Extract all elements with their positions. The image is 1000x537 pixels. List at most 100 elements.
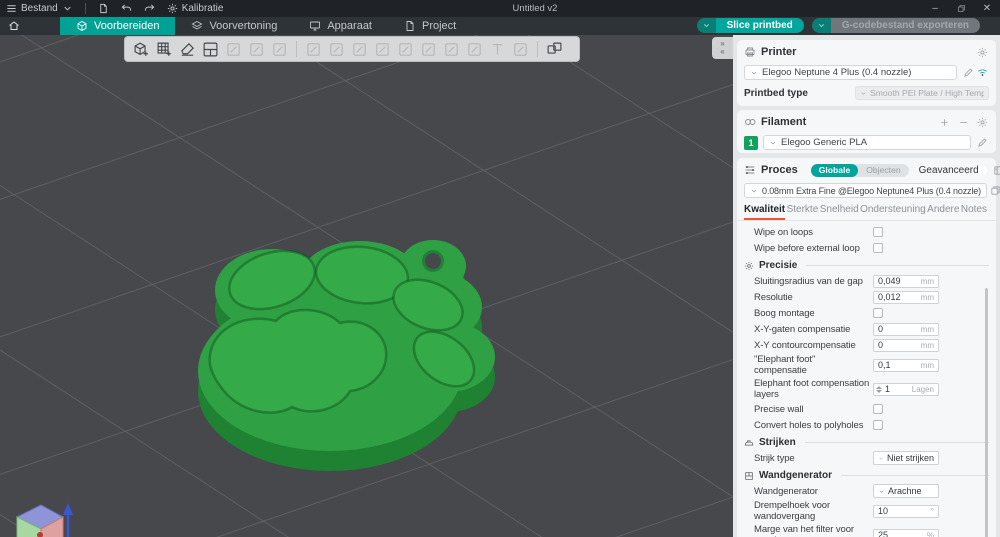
checkbox[interactable] — [873, 420, 883, 430]
process-preset-value: 0.08mm Extra Fine @Elegoo Neptune4 Plus … — [762, 186, 981, 196]
variable-button — [510, 39, 531, 59]
bed-type-dropdown[interactable]: Smooth PEI Plate / High Temp Plate — [855, 86, 989, 100]
setting-unit: Lagen — [912, 385, 934, 394]
color-paint-button[interactable] — [544, 39, 565, 59]
process-tab-notes[interactable]: Notes — [961, 204, 987, 220]
restore-button[interactable] — [948, 0, 974, 17]
tab-apparaat[interactable]: Apparaat — [293, 17, 388, 35]
setting-value: 0 — [878, 340, 883, 350]
export-dropdown[interactable] — [812, 18, 831, 33]
tab-voorbereiden[interactable]: Voorbereiden — [60, 17, 175, 35]
redo-icon — [144, 3, 155, 14]
spinner-input[interactable]: 1Lagen — [873, 383, 939, 396]
filament-slot-badge[interactable]: 1 — [744, 136, 758, 150]
chevron-down-icon — [860, 84, 867, 102]
add-model-button[interactable] — [131, 39, 152, 59]
value-input[interactable]: 0,1mm — [873, 359, 939, 372]
process-preset-dropdown[interactable]: 0.08mm Extra Fine @Elegoo Neptune4 Plus … — [744, 183, 987, 198]
tab-project[interactable]: Project — [388, 17, 472, 35]
undo-button[interactable] — [115, 0, 138, 17]
arrange-button[interactable] — [200, 39, 221, 59]
export-gcode-button[interactable]: G-codebestand exporteren — [812, 18, 980, 33]
edit-printer-icon[interactable] — [961, 66, 975, 80]
gear-icon — [744, 261, 754, 271]
close-button[interactable]: ✕ — [974, 0, 1000, 17]
mirror-icon — [374, 41, 391, 58]
setting-row: Wipe before external loop — [744, 240, 989, 256]
process-tab-sterkte[interactable]: Sterkte — [787, 204, 819, 220]
process-tab-snelheid[interactable]: Snelheid — [820, 204, 859, 220]
value-input[interactable]: 0mm — [873, 339, 939, 352]
rotate-icon — [328, 41, 345, 58]
printer-card: Printer Elegoo Neptune 4 Plus (0.4 nozzl… — [737, 40, 996, 106]
orientation-cube[interactable] — [5, 495, 79, 537]
setting-row: X-Y contourcompensatie0mm — [744, 337, 989, 353]
viewport-toolbar — [124, 36, 580, 62]
layers-tool-icon — [271, 41, 288, 58]
process-tab-ondersteuning[interactable]: Ondersteuning — [860, 204, 926, 220]
filament-preset-value: Elegoo Generic PLA — [781, 137, 867, 148]
checkbox[interactable] — [873, 243, 883, 253]
select-dropdown[interactable]: Arachne — [873, 484, 939, 498]
layers-tool-button — [269, 39, 290, 59]
home-button[interactable] — [0, 17, 28, 35]
setting-row: Sluitingsradius van de gap0,049mm — [744, 273, 989, 289]
new-project-button[interactable] — [92, 0, 115, 17]
setting-label: Wandgenerator — [754, 486, 870, 497]
add-plate-button[interactable] — [154, 39, 175, 59]
calibrate-menu[interactable]: Kalibratie — [161, 0, 230, 17]
wifi-icon[interactable] — [975, 66, 989, 80]
process-tab-kwaliteit[interactable]: Kwaliteit — [744, 204, 785, 220]
compare-presets-icon[interactable] — [993, 163, 1000, 177]
printer-settings-gear-icon[interactable] — [975, 45, 989, 59]
sweep-plate-button[interactable] — [177, 39, 198, 59]
process-scope-switch: Globale Objecten — [811, 164, 909, 177]
section-header-strijken: Strijken — [744, 433, 989, 450]
edit-filament-icon[interactable] — [975, 136, 989, 150]
filament-preset-dropdown[interactable]: Elegoo Generic PLA — [763, 135, 971, 150]
value-input[interactable]: 0,049mm — [873, 275, 939, 288]
viewport-3d[interactable] — [0, 35, 733, 537]
slice-dropdown[interactable] — [697, 18, 716, 33]
remove-filament-icon[interactable] — [956, 115, 970, 129]
value-input[interactable]: 0mm — [873, 323, 939, 336]
spinner-arrows[interactable] — [876, 386, 882, 393]
doc-icon — [404, 20, 416, 32]
slice-button[interactable]: Slice printbed — [697, 18, 804, 33]
chevron-down-icon — [750, 64, 758, 82]
setting-label: Drempelhoek voor wandovergang — [754, 500, 870, 522]
add-filament-icon[interactable] — [937, 115, 951, 129]
wall-icon — [744, 471, 754, 481]
model-paw-print[interactable] — [188, 233, 500, 483]
checkbox[interactable] — [873, 227, 883, 237]
copy-preset-icon[interactable] — [990, 184, 1000, 198]
scrollbar[interactable] — [985, 288, 988, 537]
process-tab-andere[interactable]: Andere — [927, 204, 959, 220]
filament-settings-gear-icon[interactable] — [975, 115, 989, 129]
chevron-down-icon — [817, 21, 826, 30]
support-button — [441, 39, 462, 59]
redo-button[interactable] — [138, 0, 161, 17]
setting-unit: mm — [921, 277, 934, 286]
chevron-down-icon — [769, 134, 777, 152]
file-menu[interactable]: Bestand — [0, 0, 79, 17]
printer-preset-dropdown[interactable]: Elegoo Neptune 4 Plus (0.4 nozzle) — [744, 65, 957, 80]
toolbar-divider — [296, 41, 297, 57]
scope-objects-pill[interactable]: Objecten — [858, 164, 908, 177]
tab-voorvertoning[interactable]: Voorvertoning — [175, 17, 293, 35]
export-button-label: G-codebestand exporteren — [831, 18, 980, 33]
checkbox[interactable] — [873, 404, 883, 414]
minimize-button[interactable]: – — [922, 0, 948, 17]
checkbox[interactable] — [873, 308, 883, 318]
file-menu-label: Bestand — [21, 3, 58, 14]
select-dropdown[interactable]: Niet strijken — [873, 451, 939, 465]
toolbar-divider — [537, 41, 538, 57]
tab-label: Project — [422, 20, 456, 32]
bed-type-value: Smooth PEI Plate / High Temp Plate — [870, 88, 984, 98]
panel-collapse-button[interactable]: »« — [712, 37, 733, 59]
value-input[interactable]: 0,012mm — [873, 291, 939, 304]
scope-global-pill[interactable]: Globale — [811, 164, 859, 177]
value-input[interactable]: 10° — [873, 505, 939, 518]
value-input[interactable]: 25% — [873, 529, 939, 537]
chevron-down-icon — [702, 21, 711, 30]
